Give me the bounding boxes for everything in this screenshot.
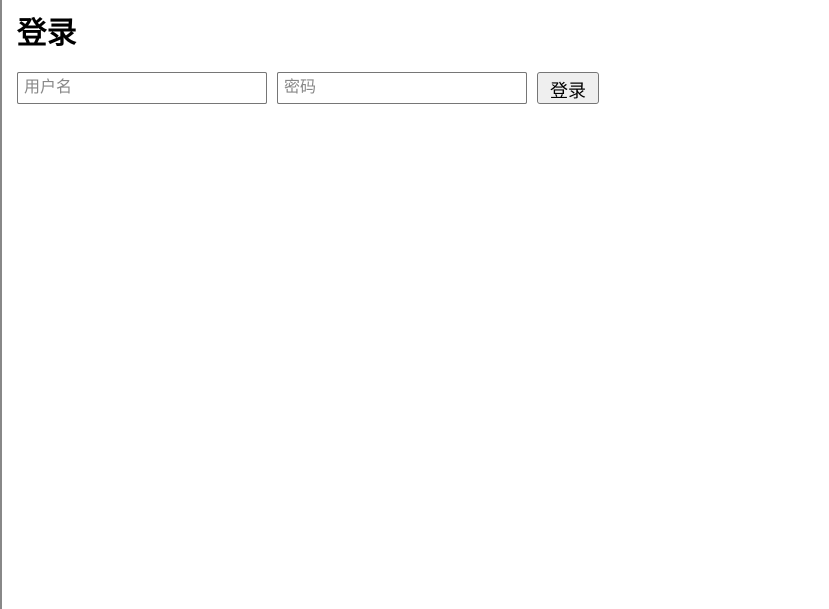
username-input[interactable]	[17, 72, 267, 104]
login-button[interactable]: 登录	[537, 72, 599, 104]
page-title: 登录	[17, 8, 814, 52]
password-input[interactable]	[277, 72, 527, 104]
login-container: 登录 登录	[2, 0, 829, 112]
login-form: 登录	[17, 72, 814, 104]
